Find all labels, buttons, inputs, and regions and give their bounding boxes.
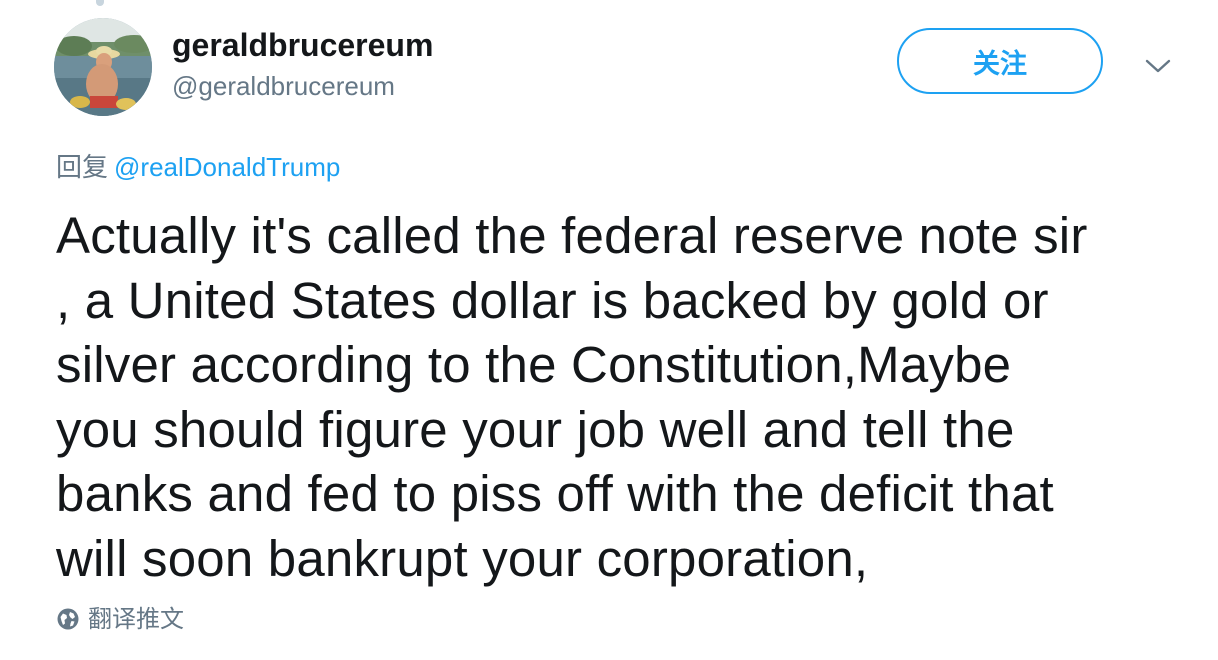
reply-prefix: 回复 [56, 153, 109, 183]
tweet-text-line: you should figure your job well and tell… [56, 400, 1015, 458]
tweet-text-line: Actually it's called the federal reserve… [56, 207, 1088, 264]
avatar[interactable] [54, 18, 152, 116]
tweet-text-line: , a United States dollar is backed by go… [56, 271, 1049, 329]
thread-line-marker [96, 0, 104, 6]
globe-icon [57, 608, 79, 630]
reply-context: 回复 @realDonaldTrump [56, 150, 340, 185]
tweet-card: geraldbrucereum @geraldbrucereum 关注 回复 @r… [0, 0, 1218, 660]
reply-mention-link[interactable]: @realDonaldTrump [114, 152, 340, 182]
translate-label: 翻译推文 [88, 605, 184, 633]
profile-photo [54, 18, 152, 116]
follow-button[interactable]: 关注 [897, 28, 1103, 94]
tweet-text: Actually it's called the federal reserve… [56, 204, 1206, 591]
translate-tweet-button[interactable]: 翻译推文 [56, 604, 184, 634]
display-name[interactable]: geraldbrucereum [172, 26, 433, 64]
tweet-text-line: silver according to the Constitution,May… [56, 336, 1012, 393]
tweet-text-line: will soon bankrupt your corporation, [56, 529, 869, 587]
user-handle[interactable]: @geraldbrucereum [172, 70, 395, 102]
chevron-down-icon [1145, 59, 1171, 73]
tweet-text-line: banks and fed to piss off with the defic… [56, 465, 1054, 522]
more-options-button[interactable] [1138, 50, 1178, 82]
